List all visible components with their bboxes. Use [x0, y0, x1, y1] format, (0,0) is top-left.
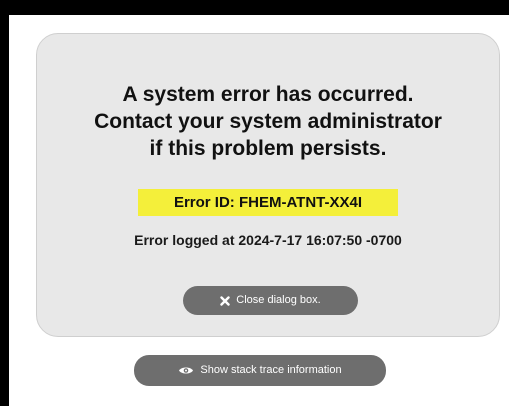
error-message-line-2: Contact your system administrator: [94, 110, 442, 133]
error-logged-timestamp: Error logged at 2024-7-17 16:07:50 -0700: [134, 232, 402, 248]
x-icon: [220, 295, 230, 306]
error-id: Error ID: FHEM-ATNT-XX4I: [138, 189, 398, 216]
eye-icon: [178, 365, 194, 376]
close-dialog-label: Close dialog box.: [236, 294, 321, 306]
error-dialog: A system error has occurred. Contact you…: [36, 33, 500, 337]
show-stack-trace-button[interactable]: Show stack trace information: [134, 355, 386, 386]
close-dialog-button[interactable]: Close dialog box.: [183, 286, 358, 315]
error-message-line-3: if this problem persists.: [149, 137, 387, 160]
page-frame: A system error has occurred. Contact you…: [9, 15, 509, 406]
error-message: A system error has occurred. Contact you…: [37, 81, 499, 162]
show-stack-trace-label: Show stack trace information: [200, 364, 342, 376]
error-message-line-1: A system error has occurred.: [122, 83, 414, 106]
